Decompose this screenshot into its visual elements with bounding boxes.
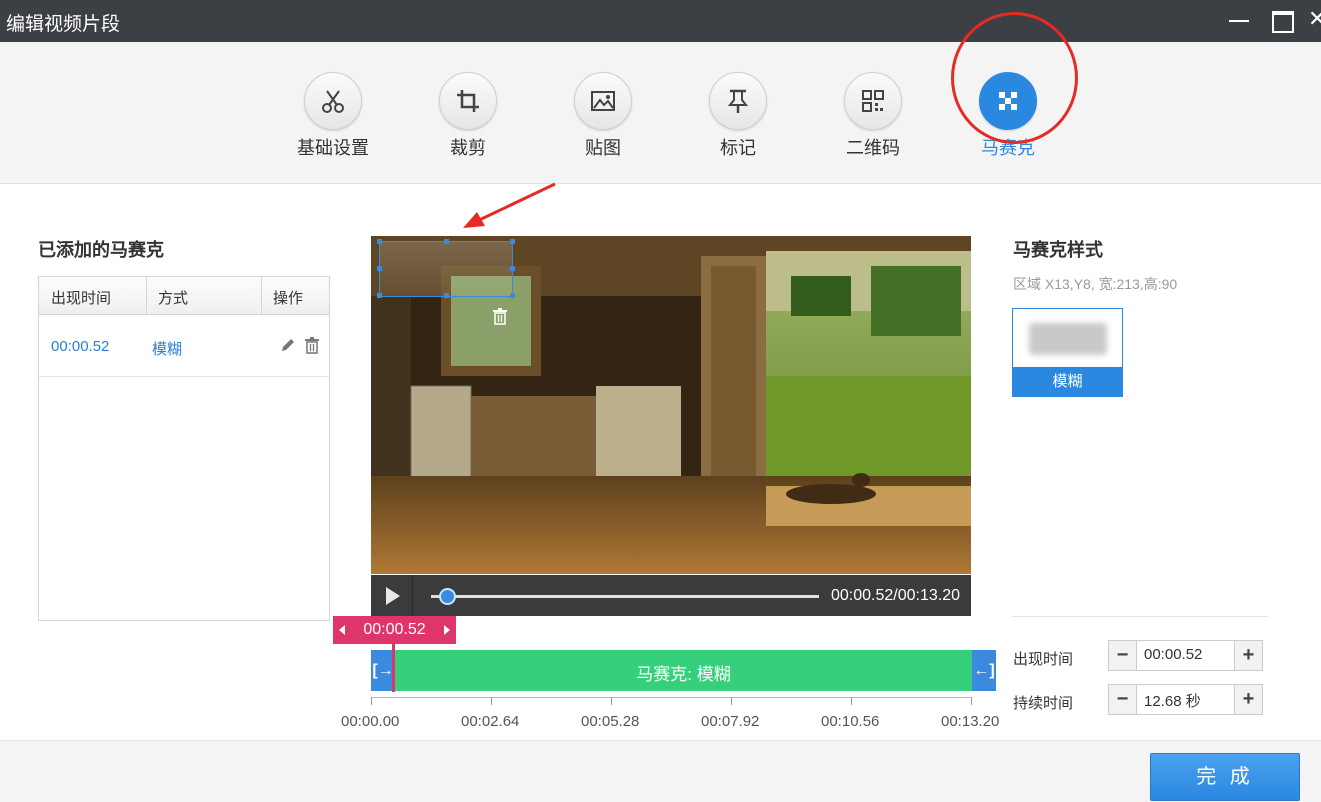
playhead-line[interactable] <box>392 644 395 692</box>
progress-track[interactable] <box>431 595 819 598</box>
tool-tabs: 基础设置 裁剪 贴图 标记 二维码 马赛克 <box>0 42 1321 184</box>
tab-sticker[interactable]: 贴图 <box>548 72 658 160</box>
play-button[interactable] <box>371 575 413 616</box>
clip-end-handle[interactable]: ←] <box>972 650 996 691</box>
minus-button[interactable]: − <box>1109 641 1137 670</box>
player-controls: 00:00.52/00:13.20 <box>371 575 971 616</box>
tick-label: 00:10.56 <box>821 713 880 730</box>
appear-time-label: 出现时间 <box>1013 651 1074 668</box>
mosaic-region[interactable] <box>377 239 515 298</box>
progress-handle[interactable] <box>438 588 456 605</box>
window-title: 编辑视频片段 <box>6 14 121 35</box>
item-time: 00:00.52 <box>51 338 110 355</box>
mosaic-list: 出现时间 方式 操作 00:00.52 模糊 <box>38 276 330 621</box>
duration-value[interactable]: 12.68 秒 <box>1144 690 1201 711</box>
tab-label: 标记 <box>720 138 756 158</box>
footer-bar <box>0 740 1321 802</box>
appear-time-value[interactable]: 00:00.52 <box>1144 646 1202 663</box>
ruler-tick <box>971 697 972 705</box>
image-icon <box>574 72 632 130</box>
edit-icon[interactable] <box>279 336 297 354</box>
delete-region-icon[interactable] <box>491 307 509 325</box>
minus-button[interactable]: − <box>1109 685 1137 714</box>
column-header: 出现时间 <box>51 290 112 307</box>
maximize-icon[interactable] <box>1268 8 1296 34</box>
annotation-arrow <box>463 182 556 228</box>
qrcode-icon <box>844 72 902 130</box>
pin-icon <box>709 72 767 130</box>
timeline-ruler <box>371 697 971 707</box>
ruler-tick <box>371 697 372 705</box>
column-header: 方式 <box>158 290 189 307</box>
done-button[interactable]: 完 成 <box>1150 753 1300 801</box>
appear-time-stepper: − 00:00.52 + <box>1108 640 1263 671</box>
ruler-tick <box>731 697 732 705</box>
mosaic-style-title: 马赛克样式 <box>1013 240 1103 260</box>
step-forward-icon[interactable] <box>436 616 456 644</box>
tab-label: 裁剪 <box>450 138 486 158</box>
item-mode: 模糊 <box>152 341 183 358</box>
tick-label: 00:07.92 <box>701 713 760 730</box>
tab-crop[interactable]: 裁剪 <box>413 72 523 160</box>
scissors-icon <box>304 72 362 130</box>
tick-label: 00:02.64 <box>461 713 520 730</box>
playhead-time: 00:00.52 <box>363 621 426 638</box>
ruler-tick <box>491 697 492 705</box>
column-header: 操作 <box>273 290 304 307</box>
step-back-icon[interactable] <box>333 616 353 644</box>
blur-preview <box>1029 323 1107 355</box>
tab-label: 贴图 <box>585 138 621 158</box>
ruler-tick <box>851 697 852 705</box>
clip-label: 马赛克: 模糊 <box>636 665 731 684</box>
plus-button[interactable]: + <box>1234 685 1262 714</box>
playhead-flag[interactable]: 00:00.52 <box>333 616 456 644</box>
timecode: 00:00.52/00:13.20 <box>831 587 961 604</box>
style-option-label: 模糊 <box>1013 367 1122 396</box>
duration-stepper: − 12.68 秒 + <box>1108 684 1263 715</box>
crop-icon <box>439 72 497 130</box>
duration-label: 持续时间 <box>1013 695 1074 712</box>
tab-label: 二维码 <box>846 138 900 158</box>
tab-label: 基础设置 <box>297 138 369 158</box>
annotation-circle <box>951 12 1078 144</box>
plus-button[interactable]: + <box>1234 641 1262 670</box>
close-icon[interactable]: ✕ <box>1308 8 1321 34</box>
trash-icon[interactable] <box>303 336 321 354</box>
tab-basic-settings[interactable]: 基础设置 <box>278 72 388 160</box>
tick-label: 00:05.28 <box>581 713 640 730</box>
title-bar: 编辑视频片段 ✕ <box>0 0 1321 42</box>
ruler-tick <box>611 697 612 705</box>
list-item[interactable]: 00:00.52 模糊 <box>39 315 329 377</box>
divider <box>1012 616 1268 617</box>
added-mosaic-title: 已添加的马赛克 <box>38 240 164 260</box>
tab-mark[interactable]: 标记 <box>683 72 793 160</box>
list-header: 出现时间 方式 操作 <box>39 277 329 315</box>
tick-label: 00:00.00 <box>341 713 400 730</box>
tick-label: 00:13.20 <box>941 713 1000 730</box>
minimize-icon[interactable] <box>1226 8 1254 34</box>
region-info: 区域 X13,Y8, 宽:213,高:90 <box>1013 276 1178 292</box>
style-option-blur[interactable]: 模糊 <box>1012 308 1123 397</box>
tab-qrcode[interactable]: 二维码 <box>818 72 928 160</box>
